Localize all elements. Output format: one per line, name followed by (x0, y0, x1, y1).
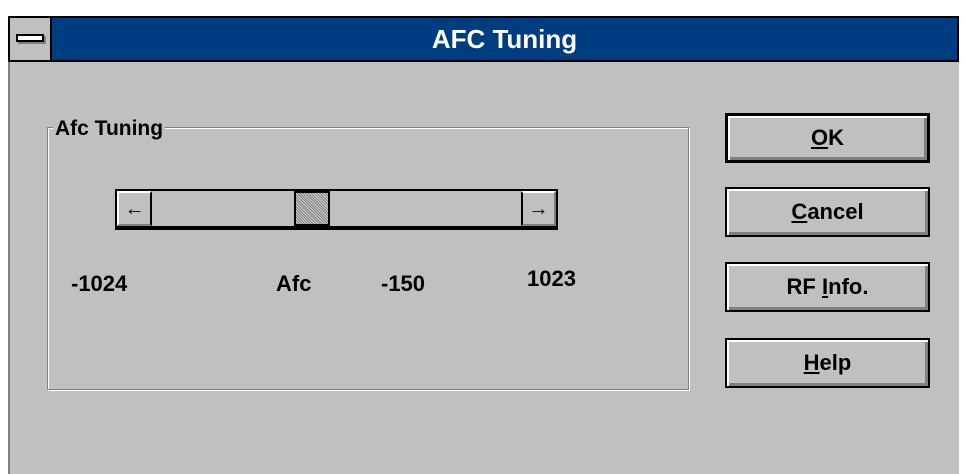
system-menu-icon (16, 34, 44, 42)
arrow-right-icon: → (528, 197, 549, 220)
help-button[interactable]: Help (725, 338, 930, 388)
min-value-label: -1024 (71, 271, 128, 296)
afc-label: Afc (276, 271, 312, 296)
rf-info-button[interactable]: RF Info. (725, 262, 930, 312)
rf-info-label-rest: nfo. (828, 274, 869, 299)
afc-scrollbar[interactable]: ← → (115, 189, 558, 228)
ok-mnemonic: O (810, 125, 829, 150)
current-value-label: -150 (381, 271, 426, 296)
rf-info-label-pre: RF (786, 274, 822, 299)
scroll-thumb[interactable] (294, 191, 330, 226)
help-label-rest: elp (819, 350, 852, 375)
cancel-button[interactable]: Cancel (725, 187, 930, 237)
arrow-left-icon: ← (124, 197, 145, 220)
afc-tuning-groupbox (47, 127, 689, 390)
groupbox-label: Afc Tuning (53, 117, 166, 141)
help-mnemonic: H (803, 350, 820, 375)
cancel-label-rest: ancel (807, 199, 864, 224)
scroll-left-button[interactable]: ← (117, 191, 152, 226)
max-value-label: 1023 (527, 266, 576, 291)
system-menu-button[interactable] (10, 18, 52, 60)
cancel-mnemonic: C (791, 199, 808, 224)
scroll-track[interactable] (152, 191, 521, 226)
title-bar: AFC Tuning (8, 16, 959, 62)
window-title: AFC Tuning (431, 24, 578, 54)
ok-button[interactable]: OK (725, 113, 930, 163)
ok-label-rest: K (828, 125, 844, 150)
scroll-right-button[interactable]: → (521, 191, 556, 226)
